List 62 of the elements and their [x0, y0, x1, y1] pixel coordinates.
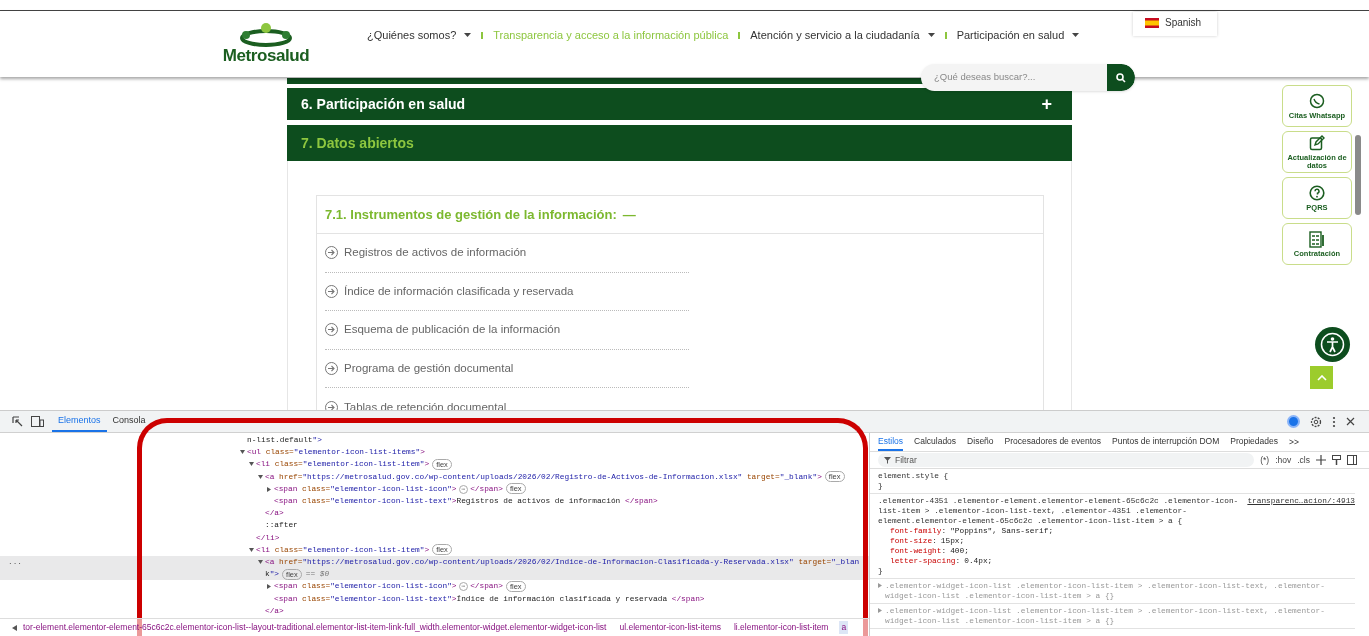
- accessibility-icon: [1320, 332, 1345, 357]
- breadcrumb-item[interactable]: tor-element.elementor-element-65c6c2c.elementor-icon-list--layout-traditional.elementor-list-item-link-full_width.elementor-widget.elementor-widget-icon-list: [21, 621, 609, 634]
- nav-link[interactable]: Atención y servicio a la ciudadanía: [750, 27, 935, 44]
- accordion-header[interactable]: 6. Participación en salud +: [287, 88, 1072, 120]
- filter-icon: [884, 456, 891, 464]
- styles-pane-tab[interactable]: Estilos: [878, 433, 904, 451]
- styles-pane-tab[interactable]: Diseño: [967, 433, 994, 451]
- accordion-header[interactable]: 7. Datos abiertos: [287, 125, 1072, 161]
- logo-text: Metrosalud: [222, 47, 310, 65]
- document-link[interactable]: Índice de información clasificada y reservada: [325, 272, 689, 312]
- question-icon: [1309, 184, 1325, 202]
- settings-icon[interactable]: [1310, 415, 1322, 428]
- more-tabs-button[interactable]: >>: [1288, 433, 1299, 451]
- subsection-header: 7.1. Instrumentos de gestión de la información: —: [316, 195, 1044, 234]
- sidebar-toggle-icon[interactable]: [1347, 455, 1357, 465]
- document-icon: [1309, 230, 1325, 248]
- caret-icon: [927, 33, 935, 38]
- filter-toggle[interactable]: :hov: [1275, 453, 1292, 467]
- styles-pane-tab[interactable]: Procesadores de eventos: [1004, 433, 1101, 451]
- expand-toggle[interactable]: +: [1041, 90, 1052, 118]
- caret-icon: [464, 33, 472, 38]
- expanded-arrow-icon[interactable]: [249, 462, 254, 468]
- document-link[interactable]: Programa de gestión documental: [325, 349, 689, 389]
- document-link[interactable]: Registros de activos de información: [325, 234, 689, 273]
- caret-icon: [1072, 33, 1080, 38]
- styles-pane-tab[interactable]: Calculados: [914, 433, 957, 451]
- nav-link[interactable]: ¿Quiénes somos?: [367, 27, 472, 44]
- device-toolbar-icon[interactable]: [31, 416, 44, 427]
- document-link[interactable]: Esquema de publicación de la información: [325, 311, 689, 350]
- paint-icon[interactable]: [1332, 455, 1341, 465]
- collapsed-arrow-icon[interactable]: [267, 584, 272, 590]
- logo-icon: [238, 23, 294, 47]
- filter-field[interactable]: Filtrar: [878, 453, 1255, 467]
- breadcrumb-item[interactable]: li.elementor-icon-list-item: [732, 621, 831, 634]
- breadcrumb-item[interactable]: a: [839, 621, 849, 634]
- close-icon[interactable]: [1346, 417, 1355, 426]
- flag-icon: [1145, 18, 1159, 28]
- chevron-up-icon: [1316, 374, 1327, 381]
- filter-toggle[interactable]: (*): [1260, 453, 1270, 467]
- chat-icon: [1309, 92, 1325, 110]
- assistant-icon[interactable]: [1287, 415, 1300, 428]
- add-rule-icon[interactable]: [1316, 455, 1326, 465]
- search-button[interactable]: [1107, 64, 1135, 91]
- filter-toggle[interactable]: .cls: [1297, 453, 1310, 467]
- expanded-arrow-icon[interactable]: [240, 450, 245, 456]
- expanded-arrow-icon[interactable]: [258, 474, 263, 480]
- more-options-icon[interactable]: [1332, 415, 1336, 428]
- styles-pane-tab[interactable]: Puntos de interrupción DOM: [1112, 433, 1220, 451]
- nav-link[interactable]: Participación en salud: [956, 27, 1080, 44]
- edit-icon: [1309, 135, 1325, 152]
- collapsed-arrow-icon[interactable]: [267, 486, 272, 492]
- language-selector[interactable]: Spanish: [1133, 12, 1217, 36]
- expanded-arrow-icon[interactable]: [258, 560, 263, 566]
- breadcrumb-item[interactable]: ul.elementor-icon-list-items: [617, 621, 723, 634]
- styles-pane-tab[interactable]: Propiedades: [1230, 433, 1278, 451]
- search-icon: [1116, 72, 1126, 83]
- inspect-icon[interactable]: [12, 416, 23, 427]
- devtools-tab[interactable]: Consola: [106, 411, 152, 432]
- expanded-arrow-icon[interactable]: [249, 547, 254, 553]
- devtools-tab[interactable]: Elementos: [52, 411, 107, 432]
- accessibility-button[interactable]: [1315, 327, 1350, 362]
- scroll-left-icon[interactable]: [12, 624, 17, 631]
